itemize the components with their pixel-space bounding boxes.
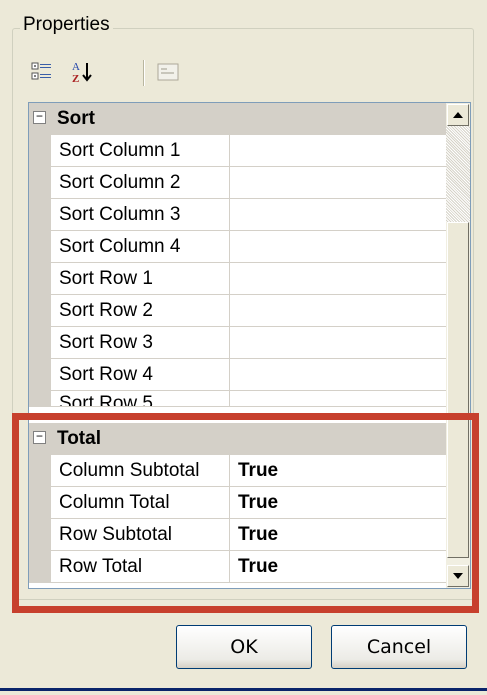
arrow-down-icon bbox=[453, 573, 463, 579]
property-value[interactable] bbox=[230, 391, 447, 407]
row-gutter bbox=[29, 263, 51, 295]
property-name: Sort Column 3 bbox=[51, 199, 230, 231]
property-row[interactable]: Sort Column 2 bbox=[29, 167, 447, 199]
property-value[interactable]: True bbox=[230, 551, 447, 583]
alphabetical-sort-button[interactable]: A Z bbox=[66, 56, 98, 88]
property-pages-button[interactable] bbox=[152, 56, 184, 88]
property-row[interactable]: Sort Row 1 bbox=[29, 263, 447, 295]
property-row[interactable]: Row Subtotal True bbox=[29, 519, 447, 551]
row-gutter bbox=[29, 455, 51, 487]
property-value[interactable] bbox=[230, 263, 447, 295]
row-gutter bbox=[29, 199, 51, 231]
property-value[interactable]: True bbox=[230, 519, 447, 551]
property-row[interactable]: Sort Row 4 bbox=[29, 359, 447, 391]
row-gutter bbox=[29, 135, 51, 167]
property-row[interactable]: Sort Column 3 bbox=[29, 199, 447, 231]
category-total[interactable]: − Total bbox=[29, 423, 447, 455]
scroll-up-button[interactable] bbox=[447, 104, 469, 126]
category-label: Total bbox=[57, 428, 101, 449]
property-row[interactable]: Sort Row 2 bbox=[29, 295, 447, 327]
property-row[interactable]: Sort Column 1 bbox=[29, 135, 447, 167]
property-name: Sort Row 5 bbox=[51, 391, 230, 407]
row-gutter bbox=[29, 487, 51, 519]
property-name: Sort Row 4 bbox=[51, 359, 230, 391]
property-row[interactable]: Column Total True bbox=[29, 487, 447, 519]
cancel-button[interactable]: Cancel bbox=[331, 625, 467, 669]
row-gutter bbox=[29, 167, 51, 199]
property-value[interactable] bbox=[230, 231, 447, 263]
property-value[interactable] bbox=[230, 199, 447, 231]
properties-toolbar: A Z bbox=[24, 56, 464, 90]
row-gutter bbox=[29, 391, 51, 407]
property-value[interactable]: True bbox=[230, 487, 447, 519]
property-name: Sort Column 4 bbox=[51, 231, 230, 263]
property-grid[interactable]: − Sort Sort Column 1 Sort Column 2 Sort … bbox=[28, 102, 471, 589]
svg-text:Z: Z bbox=[72, 73, 79, 85]
sort-az-icon: A Z bbox=[72, 61, 92, 85]
property-name: Column Subtotal bbox=[51, 455, 230, 487]
scrollbar-thumb[interactable] bbox=[447, 222, 469, 558]
property-name: Sort Row 1 bbox=[51, 263, 230, 295]
categorized-icon bbox=[31, 62, 51, 80]
property-value[interactable] bbox=[230, 359, 447, 391]
row-gutter bbox=[29, 231, 51, 263]
property-name: Sort Column 1 bbox=[51, 135, 230, 167]
vertical-scrollbar[interactable] bbox=[446, 103, 470, 588]
scrollbar-track[interactable] bbox=[446, 126, 470, 222]
window-bottom-edge bbox=[0, 688, 487, 691]
property-name: Row Subtotal bbox=[51, 519, 230, 551]
arrow-up-icon bbox=[453, 112, 463, 118]
toolbar-separator bbox=[143, 60, 145, 86]
collapse-icon[interactable]: − bbox=[33, 431, 46, 444]
row-gutter bbox=[29, 551, 51, 583]
property-value[interactable] bbox=[230, 295, 447, 327]
property-row[interactable]: Sort Column 4 bbox=[29, 231, 447, 263]
row-gutter bbox=[29, 519, 51, 551]
row-gutter bbox=[29, 295, 51, 327]
property-name: Sort Row 2 bbox=[51, 295, 230, 327]
panel-title: Properties bbox=[20, 14, 113, 36]
row-gutter bbox=[29, 359, 51, 391]
property-value[interactable] bbox=[230, 167, 447, 199]
property-value[interactable]: True bbox=[230, 455, 447, 487]
ok-button[interactable]: OK bbox=[176, 625, 312, 669]
property-pages-icon bbox=[157, 63, 179, 81]
property-name: Row Total bbox=[51, 551, 230, 583]
collapse-icon[interactable]: − bbox=[33, 111, 46, 124]
categorized-view-button[interactable] bbox=[26, 56, 58, 88]
property-row[interactable]: Row Total True bbox=[29, 551, 447, 583]
property-name: Column Total bbox=[51, 487, 230, 519]
property-value[interactable] bbox=[230, 327, 447, 359]
property-name: Sort Column 2 bbox=[51, 167, 230, 199]
category-sort[interactable]: − Sort bbox=[29, 103, 447, 135]
category-label: Sort bbox=[57, 108, 95, 129]
property-value[interactable] bbox=[230, 135, 447, 167]
property-row[interactable]: Column Subtotal True bbox=[29, 455, 447, 487]
property-rows: − Sort Sort Column 1 Sort Column 2 Sort … bbox=[29, 103, 447, 583]
row-gutter bbox=[29, 327, 51, 359]
property-row-partial[interactable]: Sort Row 5 bbox=[29, 391, 447, 407]
property-row[interactable]: Sort Row 3 bbox=[29, 327, 447, 359]
property-name: Sort Row 3 bbox=[51, 327, 230, 359]
svg-text:A: A bbox=[72, 61, 80, 73]
scroll-down-button[interactable] bbox=[447, 565, 469, 587]
